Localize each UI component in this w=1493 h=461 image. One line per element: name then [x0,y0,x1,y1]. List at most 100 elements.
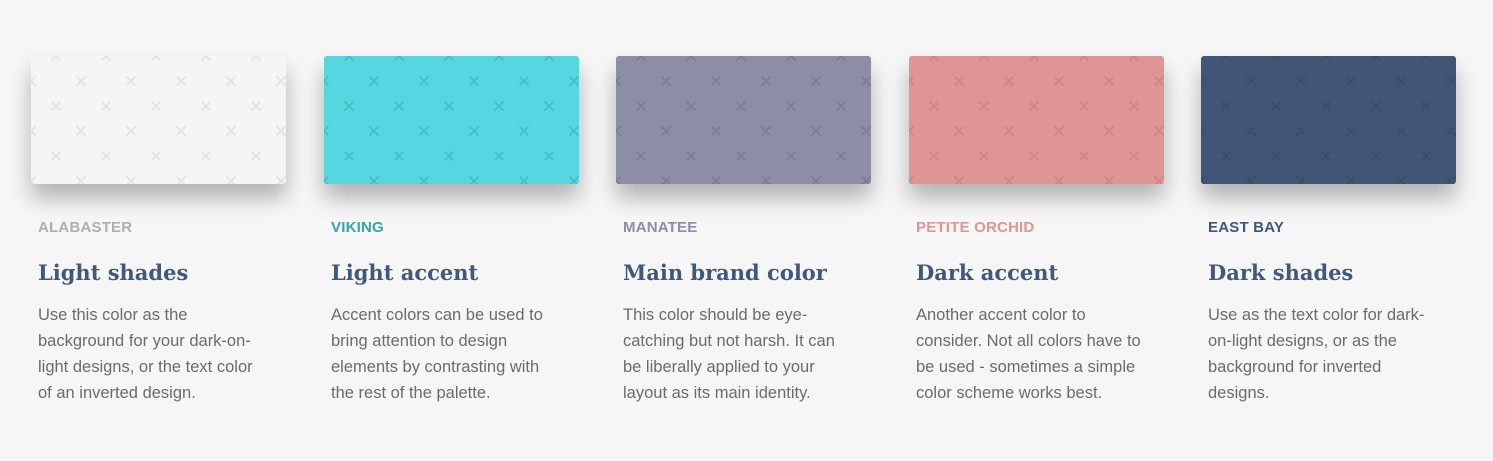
color-description: Use as the text color for dark-on-light … [1208,306,1425,402]
pattern-cross-icon [1104,176,1114,184]
pattern-cross-icon [761,76,771,86]
pattern-cross-icon [226,126,236,136]
pattern-cross-icon [519,176,529,184]
pattern-cross-icon [711,176,721,184]
pattern-cross-icon [251,101,261,111]
pattern-cross-icon [369,176,379,184]
pattern-cross-icon [636,151,646,161]
color-description: This color should be eye-catching but no… [623,306,835,402]
pattern-cross-icon [201,151,211,161]
pattern-cross-icon [444,101,454,111]
pattern-cross-icon [569,126,579,136]
color-description: Accent colors can be used to bring atten… [331,306,543,402]
pattern-cross-icon [1054,176,1064,184]
pattern-cross-icon [1054,76,1064,86]
pattern-cross-icon [1271,151,1281,161]
pattern-cross-icon [226,76,236,86]
pattern-cross-icon [369,76,379,86]
pattern-cross-icon [786,151,796,161]
pattern-cross-icon [101,56,111,61]
pattern-cross-icon [31,76,36,86]
pattern-cross-icon [811,76,821,86]
pattern-cross-icon [661,176,671,184]
pattern-cross-icon [1246,126,1256,136]
color-card-petite-orchid: PETITE ORCHID Dark accent Another accent… [909,56,1164,406]
color-name: VIKING [331,219,384,236]
swatch-pattern [616,56,871,184]
pattern-cross-icon [276,76,286,86]
pattern-cross-icon [569,76,579,86]
pattern-cross-icon [444,151,454,161]
pattern-cross-icon [1371,151,1381,161]
pattern-cross-icon [661,126,671,136]
color-swatch [616,56,871,184]
pattern-cross-icon [1246,76,1256,86]
pattern-cross-icon [616,76,621,86]
pattern-cross-icon [324,126,329,136]
pattern-cross-icon [909,126,914,136]
pattern-cross-icon [909,76,914,86]
color-card-manatee: MANATEE Main brand color This color shou… [616,56,871,406]
pattern-cross-icon [151,101,161,111]
pattern-cross-icon [954,126,964,136]
pattern-cross-icon [1296,126,1306,136]
color-swatch [31,56,286,184]
pattern-cross-icon [176,76,186,86]
pattern-cross-icon [76,76,86,86]
pattern-cross-icon [616,126,621,136]
pattern-cross-icon [1396,76,1406,86]
pattern-cross-icon [369,126,379,136]
pattern-cross-icon [1396,176,1406,184]
pattern-cross-icon [1129,56,1139,61]
pattern-cross-icon [954,176,964,184]
pattern-cross-icon [1346,76,1356,86]
pattern-cross-icon [1446,126,1456,136]
pattern-cross-icon [929,151,939,161]
pattern-cross-icon [1296,176,1306,184]
swatch-pattern [909,56,1164,184]
swatch-pattern [324,56,579,184]
pattern-cross-icon [1421,56,1431,61]
pattern-cross-icon [1421,151,1431,161]
pattern-cross-icon [1221,151,1231,161]
pattern-cross-icon [1154,176,1164,184]
pattern-cross-icon [394,101,404,111]
pattern-cross-icon [419,76,429,86]
color-role-title: Dark shades [1208,260,1354,285]
pattern-cross-icon [686,101,696,111]
pattern-cross-icon [251,56,261,61]
color-card-alabaster: ALABASTER Light shades Use this color as… [31,56,286,406]
color-name: PETITE ORCHID [916,219,1035,236]
pattern-cross-icon [711,76,721,86]
pattern-cross-icon [126,76,136,86]
color-name: MANATEE [623,219,698,236]
pattern-cross-icon [494,151,504,161]
pattern-cross-icon [51,151,61,161]
pattern-cross-icon [1246,176,1256,184]
pattern-cross-icon [736,151,746,161]
color-role-title: Light accent [331,260,479,285]
pattern-cross-icon [469,176,479,184]
pattern-cross-icon [1201,176,1206,184]
pattern-cross-icon [1029,151,1039,161]
pattern-cross-icon [201,56,211,61]
pattern-cross-icon [836,56,846,61]
pattern-cross-icon [394,151,404,161]
pattern-cross-icon [636,56,646,61]
pattern-cross-icon [616,176,621,184]
pattern-cross-icon [31,126,36,136]
pattern-cross-icon [1271,101,1281,111]
pattern-cross-icon [419,176,429,184]
pattern-cross-icon [736,56,746,61]
pattern-cross-icon [1346,126,1356,136]
pattern-cross-icon [1221,101,1231,111]
pattern-cross-icon [686,56,696,61]
pattern-cross-icon [1296,76,1306,86]
pattern-cross-icon [51,56,61,61]
pattern-cross-icon [1321,151,1331,161]
pattern-cross-icon [469,126,479,136]
pattern-cross-icon [1029,56,1039,61]
pattern-cross-icon [811,176,821,184]
pattern-cross-icon [276,126,286,136]
pattern-cross-icon [31,176,36,184]
